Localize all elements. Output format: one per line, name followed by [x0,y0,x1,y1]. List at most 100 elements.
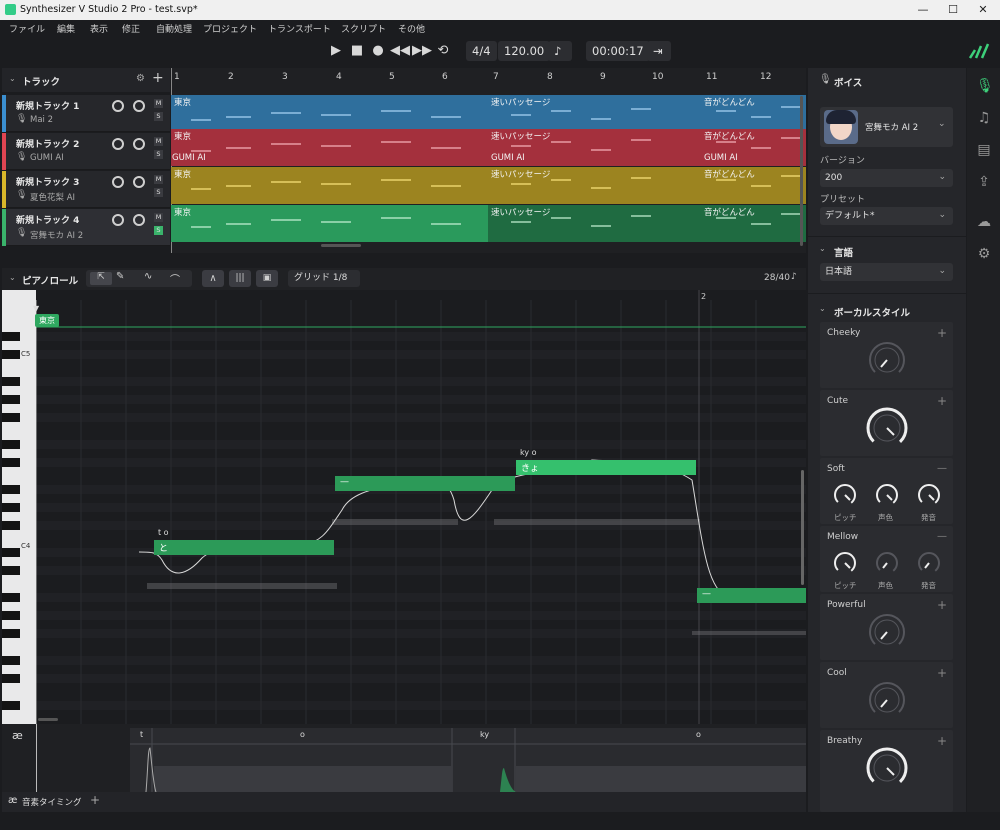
solo-button[interactable]: S [154,226,163,235]
menu-file[interactable]: ファイル [9,22,45,35]
mute-button[interactable]: M [154,137,163,146]
menu-project[interactable]: プロジェクト [203,22,257,35]
mute-button[interactable]: M [154,213,163,222]
piano-keys[interactable]: C5 C4 [2,290,36,724]
phoneme-timing-panel[interactable]: æ t o ky o [2,724,806,792]
grid-select[interactable]: グリッド 1/8 [288,270,360,287]
collapse-icon[interactable]: ⌄ [819,244,826,253]
menu-script[interactable]: スクリプト [341,22,386,35]
voice-selector[interactable]: 宮舞モカ AI 2 ⌄ [820,107,953,147]
time-signature[interactable]: 4/4 [466,41,497,61]
phoneme-label[interactable]: t [140,730,143,739]
mute-button[interactable]: M [154,99,163,108]
gear-icon[interactable]: ⚙ [976,246,992,262]
maximize-button[interactable]: ☐ [938,0,968,20]
pan-knob[interactable] [133,176,145,188]
track-name[interactable]: 新規トラック 4 [16,213,79,226]
pan-knob[interactable] [133,100,145,112]
cloud-icon[interactable]: ☁ [976,214,992,230]
pianoroll-grid[interactable]: C5 C4 2 東京 ▼ t o と — ky o きょ — [2,290,806,724]
track-row-1[interactable]: 新規トラック 1 🎙 Mai 2 M S [2,95,170,132]
minimize-button[interactable]: — [908,0,938,20]
version-select[interactable]: 200 ⌄ [820,169,953,187]
add-track-button[interactable]: + [152,70,164,86]
sub-knob[interactable] [832,550,858,576]
loop-icon[interactable]: ⟲ [434,43,452,58]
sub-knob[interactable] [874,482,900,508]
pitch-curve-icon[interactable]: ∧ [202,270,224,287]
clip-track-1[interactable]: 東京 速いパッセージ 音がどんどん [171,95,806,132]
track-name[interactable]: 新規トラック 3 [16,175,79,188]
style-knob[interactable] [867,612,907,652]
solo-button[interactable]: S [154,188,163,197]
add-icon[interactable]: + [937,734,947,748]
sub-knob[interactable] [874,550,900,576]
stop-icon[interactable]: ■ [348,43,366,58]
solo-button[interactable]: S [154,112,163,121]
tempo-field[interactable]: 120.00 [498,41,551,61]
menu-other[interactable]: その他 [398,22,425,35]
note-block[interactable]: と [154,540,334,555]
track-name[interactable]: 新規トラック 2 [16,137,79,150]
sub-knob[interactable] [916,550,942,576]
add-icon[interactable]: + [937,326,947,340]
export-icon[interactable]: ⇪ [976,174,992,190]
remove-icon[interactable]: — [937,531,947,542]
style-knob[interactable] [867,340,907,380]
draw-curve-icon[interactable]: ⌒ [170,271,180,286]
horizontal-scrollbar[interactable] [321,244,361,247]
track-row-2[interactable]: 新規トラック 2 🎙 GUMI AI M S [2,133,170,170]
add-lane-button[interactable]: + [90,793,100,807]
menu-view[interactable]: 表示 [90,22,108,35]
note-block[interactable]: — [335,476,515,491]
menu-edit[interactable]: 編集 [57,22,75,35]
volume-knob[interactable] [112,176,124,188]
volume-knob[interactable] [112,100,124,112]
phoneme-label[interactable]: o [696,730,701,739]
solo-button[interactable]: S [154,150,163,159]
pan-knob[interactable] [133,214,145,226]
clip-track-3[interactable]: 東京 速いパッセージ 音がどんどん [171,167,806,204]
add-icon[interactable]: + [937,394,947,408]
collapse-icon[interactable]: ⌄ [819,304,826,313]
position-display[interactable]: 00:00:17 [586,41,650,61]
notes-icon[interactable]: ▤ [976,142,992,158]
volume-knob[interactable] [112,138,124,150]
style-knob[interactable] [865,746,909,790]
arrangement-view[interactable]: 1 2 3 4 5 6 7 8 9 10 11 12 東京 速いパッセージ 音が… [171,68,806,253]
forward-icon[interactable]: ▶▶ [412,43,432,58]
track-row-4[interactable]: 新規トラック 4 🎙 宮舞モカ AI 2 M S [2,209,170,246]
note-block[interactable]: — [697,588,806,603]
tracks-settings-icon[interactable]: ⚙ [136,73,145,84]
remove-icon[interactable]: — [937,463,947,474]
collapse-icon[interactable]: ⌄ [9,273,16,282]
metronome-icon[interactable]: ♪ [548,41,572,61]
play-icon[interactable]: ▶ [327,43,345,58]
language-select[interactable]: 日本語 ⌄ [820,263,953,281]
lyric-marker[interactable]: 東京 [35,314,59,327]
note-block[interactable]: きょ [516,460,696,475]
clip-track-2[interactable]: 東京 GUMI AI 速いパッセージ GUMI AI 音がどんどん GUMI A… [171,129,806,166]
close-button[interactable]: ✕ [968,0,998,20]
style-card-mellow[interactable]: Mellow — ピッチ 声色 発音 [820,526,953,592]
video-icon[interactable]: ▣ [256,270,278,287]
jump-icon[interactable]: ⇥ [647,41,671,61]
vertical-scrollbar[interactable] [801,470,804,585]
style-knob[interactable] [867,680,907,720]
sub-knob[interactable] [916,482,942,508]
pen-tool-icon[interactable]: ✎ [116,271,124,282]
phoneme-timing-tab[interactable]: 音素タイミング [22,796,82,808]
volume-knob[interactable] [112,214,124,226]
phoneme-lane[interactable]: t o ky o [130,728,806,792]
menu-transport[interactable]: トランスポート [268,22,331,35]
mic-icon[interactable]: 🎙 [976,78,994,94]
music-note-icon[interactable]: ♫ [976,110,992,126]
track-name[interactable]: 新規トラック 1 [16,99,79,112]
waveform-icon[interactable]: ||| [229,270,251,287]
pitch-tool-icon[interactable]: ∿ [144,271,152,282]
add-icon[interactable]: + [937,598,947,612]
playhead-handle[interactable]: ▼ [33,304,39,313]
phoneme-label[interactable]: ky [480,730,489,739]
pan-knob[interactable] [133,138,145,150]
clip-track-4[interactable]: 東京 速いパッセージ 音がどんどん [171,205,806,242]
